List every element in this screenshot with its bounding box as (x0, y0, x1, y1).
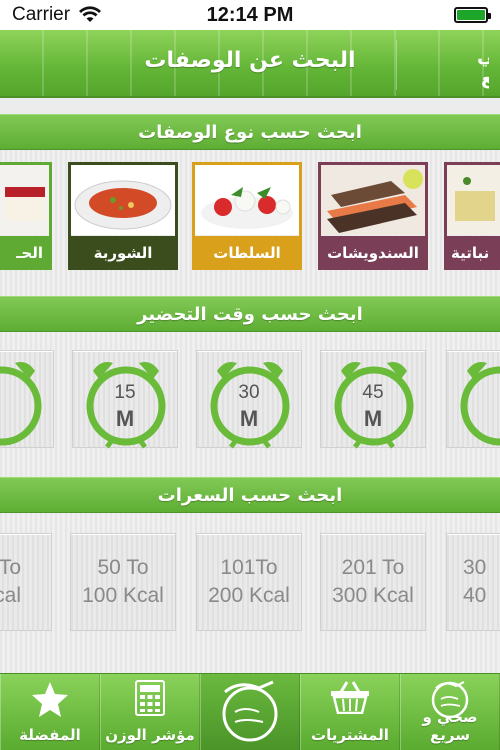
time-value: 45 (362, 382, 384, 403)
calories-strip[interactable]: To cal 50 To 100 Kcal 101To 200 Kcal 201… (0, 513, 500, 673)
alarm-clock-icon (460, 362, 500, 446)
category-label: السندويشات (321, 236, 425, 270)
calorie-line1: 201 To (341, 556, 405, 579)
time-tile-partial-right[interactable] (446, 350, 500, 448)
tab-purchases[interactable]: المشتريات (300, 674, 400, 750)
tab-bar: المفضلة مؤشر الوزن المشتريات صحي و سريع (0, 673, 500, 750)
time-unit: M (363, 406, 383, 431)
logo-icon: صحّي وسريع (477, 45, 500, 89)
page-title: البحث عن الوصفات (144, 48, 356, 73)
category-tile-salads[interactable]: السلطات (192, 162, 302, 270)
calorie-tile-partial-right[interactable]: 30 40 (446, 533, 500, 631)
app-logo: صحّي وسريع (396, 40, 500, 90)
calorie-line2: 100 Kcal (82, 584, 164, 607)
logo-line2: وسريع (481, 67, 489, 89)
section-header-time: ابحث حسب وقت التحضير (0, 296, 500, 332)
time-strip[interactable]: 15 M 30 M 45 M (0, 332, 500, 478)
category-tile-soup[interactable]: الشوربة (68, 162, 178, 270)
basket-icon (331, 681, 369, 714)
tab-label: مؤشر الوزن (105, 726, 195, 744)
calorie-line1: To (0, 556, 21, 579)
section-header-calories: ابحث حسب السعرات (0, 477, 500, 513)
tab-label: صحي و سريع (422, 708, 478, 744)
carrier-group: Carrier (12, 4, 102, 26)
calorie-tile-partial-left[interactable]: To cal (0, 533, 52, 631)
calorie-tile-101-200[interactable]: 101To 200 Kcal (196, 533, 302, 631)
time-tile-30[interactable]: 30 M (196, 350, 302, 449)
calorie-tile-50-100[interactable]: 50 To 100 Kcal (70, 533, 176, 631)
category-image-vegetarian (447, 165, 500, 235)
calorie-line2: 300 Kcal (332, 584, 414, 607)
category-label: الشوربة (71, 236, 175, 270)
category-tile-partial-left[interactable]: الحـ (0, 162, 52, 270)
alarm-clock-icon (0, 362, 42, 446)
logo-line1: صحّي (477, 45, 489, 67)
category-label: الحـ (0, 236, 49, 270)
tab-home[interactable] (200, 674, 300, 750)
category-label: نباتية (447, 236, 500, 270)
calorie-line2: 40 (463, 584, 487, 607)
wifi-icon (79, 6, 102, 22)
category-image-sandwiches (321, 165, 425, 235)
tab-favorites[interactable]: المفضلة (0, 674, 100, 750)
category-image (0, 165, 49, 235)
time-unit: M (239, 406, 259, 431)
calorie-tile-201-300[interactable]: 201 To 300 Kcal (320, 533, 426, 631)
category-tile-sandwiches[interactable]: السندويشات (318, 162, 428, 270)
calorie-line1: 101To (220, 556, 278, 579)
calorie-line1: 30 (463, 556, 487, 579)
category-label: السلطات (195, 236, 299, 270)
calorie-line1: 50 To (97, 556, 149, 579)
status-bar: Carrier 12:14 PM (0, 0, 500, 30)
nav-bar: البحث عن الوصفات صحّي وسريع (0, 30, 500, 98)
time-value: 15 (114, 382, 136, 403)
time-unit: M (115, 406, 135, 431)
categories-strip[interactable]: الحـ الشوربة السلطات السندويشات نباتية (0, 150, 500, 298)
tab-label: المفضلة (19, 726, 81, 744)
calorie-line2: 200 Kcal (208, 584, 290, 607)
logo-icon (222, 680, 278, 742)
time-tile-partial-left[interactable] (0, 350, 54, 448)
star-icon (32, 682, 68, 717)
category-image-salads (195, 165, 299, 235)
calorie-line2: cal (0, 584, 21, 607)
time-tile-45[interactable]: 45 M (320, 350, 426, 449)
battery-icon (454, 7, 491, 23)
time-value: 30 (238, 382, 260, 403)
tab-weight-index[interactable]: مؤشر الوزن (100, 674, 200, 750)
calculator-icon (135, 680, 165, 716)
carrier-label: Carrier (12, 4, 71, 25)
section-header-type: ابحث حسب نوع الوصفات (0, 114, 500, 150)
time-tile-15[interactable]: 15 M (72, 350, 178, 449)
tab-label: المشتريات (311, 726, 389, 744)
category-tile-partial-right[interactable]: نباتية (444, 162, 500, 270)
category-image-soup (71, 165, 175, 235)
tab-about[interactable]: صحي و سريع (400, 674, 500, 750)
